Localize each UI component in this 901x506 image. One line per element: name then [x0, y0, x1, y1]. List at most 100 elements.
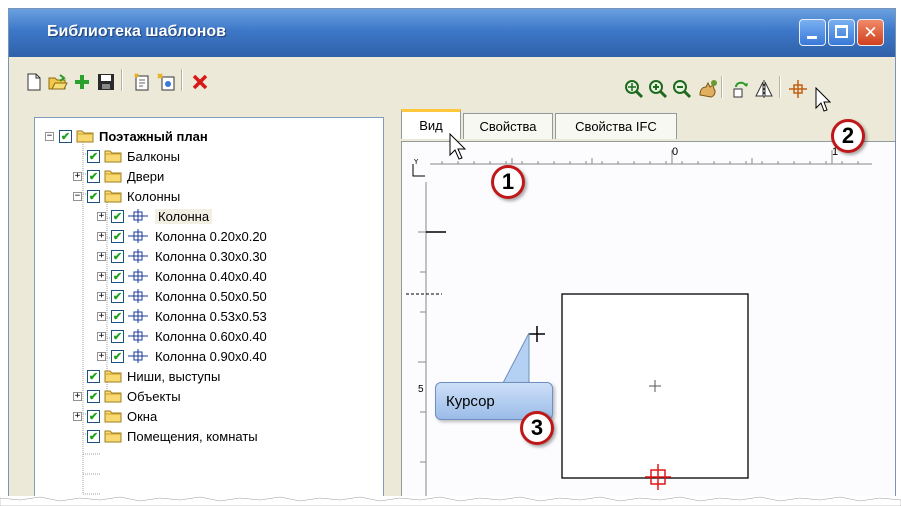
item-checkbox[interactable]: ✔ [87, 369, 100, 383]
template-tree[interactable]: − ✔ Поэтажный план ✔ Балконы + ✔ Двери − ✔ Колонны… [34, 117, 384, 505]
tree-item-folder[interactable]: − ✔ Поэтажный план [45, 126, 208, 146]
open-icon[interactable] [47, 71, 69, 93]
minimize-button[interactable] [799, 19, 826, 46]
add-icon[interactable] [71, 71, 93, 93]
title-bar[interactable]: Библиотека шаблонов ✕ [9, 9, 895, 57]
item-checkbox[interactable]: ✔ [59, 129, 72, 143]
tree-item-label: Окна [127, 408, 158, 424]
column-icon [128, 289, 148, 303]
folder-icon [104, 410, 122, 423]
collapse-icon[interactable]: − [73, 191, 82, 201]
torn-edge [0, 496, 901, 506]
toolbar-separator [721, 76, 723, 98]
tree-item-folder[interactable]: ✔ Ниши, выступы [73, 366, 220, 386]
delete-icon[interactable] [189, 71, 211, 93]
tab-ifc-properties[interactable]: Свойства IFC [555, 113, 677, 139]
expand-icon[interactable]: + [97, 251, 106, 261]
tree-item-column[interactable]: + ✔ Колонна 0.90x0.40 [97, 346, 267, 366]
tree-item-column[interactable]: + ✔ Колонна 0.40x0.40 [97, 266, 267, 286]
item-checkbox[interactable]: ✔ [87, 409, 100, 423]
item-checkbox[interactable]: ✔ [111, 309, 124, 323]
expand-icon[interactable]: + [73, 391, 82, 401]
tree-item-label: Колонна 0.90x0.40 [155, 348, 267, 364]
item-checkbox[interactable]: ✔ [87, 389, 100, 403]
tree-item-folder[interactable]: − ✔ Колонны [73, 186, 180, 206]
column-icon [128, 209, 148, 223]
tree-item-folder[interactable]: + ✔ Объекты [73, 386, 181, 406]
expand-icon[interactable]: + [97, 291, 106, 301]
tree-item-column[interactable]: + ✔ Колонна 0.60x0.40 [97, 326, 267, 346]
item-checkbox[interactable]: ✔ [111, 289, 124, 303]
item-checkbox[interactable]: ✔ [111, 329, 124, 343]
tree-item-column[interactable]: + ✔ Колонна 0.30x0.30 [97, 246, 267, 266]
pan-icon[interactable] [697, 78, 719, 100]
item-checkbox[interactable]: ✔ [87, 429, 100, 443]
folder-icon [104, 170, 122, 183]
tree-item-folder[interactable]: ✔ Балконы [73, 146, 180, 166]
column-icon [128, 309, 148, 323]
badge-number: 3 [530, 415, 544, 440]
tree-item-label: Колонна 0.30x0.30 [155, 248, 267, 264]
mirror-icon[interactable] [753, 78, 775, 100]
item-checkbox[interactable]: ✔ [87, 149, 100, 163]
tree-item-column[interactable]: + ✔ Колонна 0.20x0.20 [97, 226, 267, 246]
expand-icon[interactable]: + [97, 331, 106, 341]
close-icon: ✕ [863, 22, 878, 43]
expand-icon[interactable]: + [97, 351, 106, 361]
tree-item-label: Колонна 0.20x0.20 [155, 228, 267, 244]
tab-view-label: Вид [419, 118, 443, 133]
tree-item-label: Поэтажный план [99, 128, 208, 144]
tree-item-folder[interactable]: + ✔ Двери [73, 166, 164, 186]
folder-icon [104, 190, 122, 203]
zoom-extent-icon[interactable] [623, 78, 645, 100]
mouse-pointer-icon [449, 132, 467, 165]
rotate-icon[interactable] [729, 78, 751, 100]
tree-item-folder[interactable]: ✔ Помещения, комнаты [73, 426, 258, 446]
collapse-icon[interactable]: − [45, 131, 54, 141]
new-template-icon[interactable] [131, 71, 153, 93]
item-checkbox[interactable]: ✔ [87, 189, 100, 203]
maximize-button[interactable] [828, 19, 855, 46]
expand-icon[interactable]: + [73, 171, 82, 181]
item-checkbox[interactable]: ✔ [111, 209, 124, 223]
step-badge-3: 3 [520, 411, 554, 445]
folder-icon [104, 370, 122, 383]
item-checkbox[interactable]: ✔ [111, 229, 124, 243]
folder-icon [104, 430, 122, 443]
tree-item-label: Колонна [155, 208, 213, 224]
expand-icon[interactable]: + [97, 311, 106, 321]
expand-icon[interactable]: + [97, 231, 106, 241]
tree-item-label: Помещения, комнаты [127, 428, 258, 444]
column-icon [128, 329, 148, 343]
tree-item-column[interactable]: + ✔ Колонна 0.50x0.50 [97, 286, 267, 306]
folder-icon [104, 390, 122, 403]
tree-item-column[interactable]: + ✔ Колонна 0.53x0.53 [97, 306, 267, 326]
toolbar-separator [121, 69, 123, 91]
expand-icon[interactable]: + [97, 211, 106, 221]
tree-item-folder[interactable]: + ✔ Окна [73, 406, 157, 426]
vertical-ruler [418, 182, 427, 505]
expand-icon[interactable]: + [97, 271, 106, 281]
new-from-icon[interactable] [155, 71, 177, 93]
item-checkbox[interactable]: ✔ [87, 169, 100, 183]
base-point-icon[interactable] [787, 78, 809, 100]
column-icon [128, 349, 148, 363]
item-checkbox[interactable]: ✔ [111, 269, 124, 283]
tree-item-label: Колонна 0.53x0.53 [155, 308, 267, 324]
item-checkbox[interactable]: ✔ [111, 349, 124, 363]
tree-item-label: Ниши, выступы [127, 368, 221, 384]
tree-item-label: Балконы [127, 148, 180, 164]
save-icon[interactable] [95, 71, 117, 93]
new-icon[interactable] [23, 71, 45, 93]
badge-number: 2 [841, 123, 855, 148]
zoom-in-icon[interactable] [647, 78, 669, 100]
preview-canvas[interactable]: Y [402, 142, 896, 506]
tab-properties[interactable]: Свойства [463, 113, 553, 139]
zoom-out-icon[interactable] [671, 78, 693, 100]
tab-ifc-properties-label: Свойства IFC [575, 119, 657, 134]
tab-properties-label: Свойства [479, 119, 537, 134]
tree-item-column[interactable]: + ✔ Колонна [97, 206, 213, 226]
item-checkbox[interactable]: ✔ [111, 249, 124, 263]
expand-icon[interactable]: + [73, 411, 82, 421]
close-button[interactable]: ✕ [857, 19, 884, 46]
